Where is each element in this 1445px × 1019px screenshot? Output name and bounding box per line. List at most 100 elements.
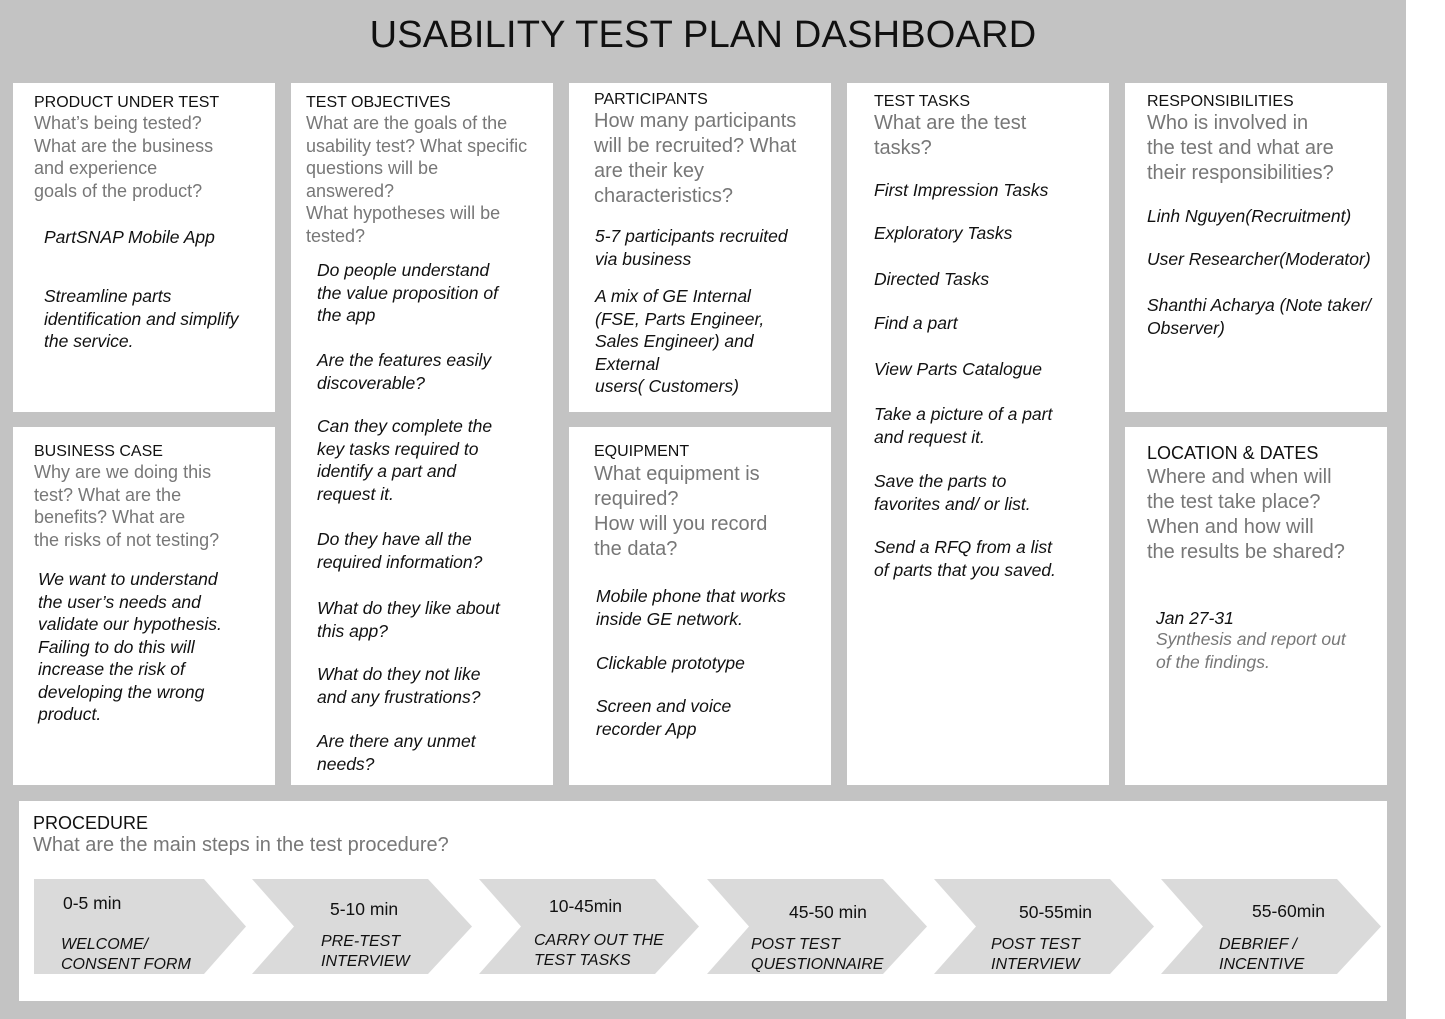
step-time: 45-50 min xyxy=(789,902,867,922)
responsibility-line: Observer) xyxy=(1147,317,1225,338)
step-label-line: QUESTIONNAIRE xyxy=(751,956,884,973)
objective-item: Do they have all the required informatio… xyxy=(317,528,549,573)
product-prompt-line: goals of the product? xyxy=(34,180,203,201)
step-label-line: CARRY OUT THE xyxy=(534,932,664,949)
responsibility-line: Linh Nguyen(Recruitment) xyxy=(1147,206,1352,226)
task-line: Send a RFQ from a list xyxy=(874,537,1052,557)
step-label: POST TEST QUESTIONNAIRE xyxy=(751,935,883,975)
location-prompt-line: When and how will xyxy=(1147,516,1314,538)
objective-line: What do they not like xyxy=(317,664,481,684)
objective-item: Can they complete the key tasks required… xyxy=(317,415,549,505)
step-label-line: INTERVIEW xyxy=(991,956,1080,973)
equipment-line: Mobile phone that works xyxy=(596,586,786,606)
task-line: Directed Tasks xyxy=(874,269,990,289)
procedure-step-interview: 50-55min POST TEST INTERVIEW xyxy=(934,879,1154,975)
business-case-answer-line: We want to understand xyxy=(38,569,218,589)
step-label-line: INTERVIEW xyxy=(321,953,410,970)
location-prompt: Where and when will the test take place?… xyxy=(1147,465,1387,565)
equipment-item: Mobile phone that works inside GE networ… xyxy=(596,585,830,630)
location-prompt-line: Where and when will xyxy=(1147,466,1332,488)
task-item: Take a picture of a part and request it. xyxy=(874,403,1106,448)
step-label-line: POST TEST xyxy=(991,936,1080,953)
participants-prompt: How many participants will be recruited?… xyxy=(594,109,830,209)
business-case-prompt-line: test? What are the xyxy=(34,484,182,505)
procedure-step-questionnaire: 45-50 min POST TEST QUESTIONNAIRE xyxy=(707,879,927,975)
responsibility-item: Linh Nguyen(Recruitment) xyxy=(1147,205,1387,228)
task-line: Exploratory Tasks xyxy=(874,223,1013,243)
step-label-line: CONSENT FORM xyxy=(61,956,191,973)
objective-item: Do people understand the value propositi… xyxy=(317,259,549,327)
task-item: View Parts Catalogue xyxy=(874,358,1106,381)
step-label-line: INCENTIVE xyxy=(1219,956,1305,973)
procedure-prompt: What are the main steps in the test proc… xyxy=(33,834,449,856)
product-heading: PRODUCT UNDER TEST xyxy=(34,94,220,111)
procedure-step-welcome: 0-5 min WELCOME/ CONSENT FORM xyxy=(34,879,248,974)
objective-line: and any frustrations? xyxy=(317,686,481,707)
step-label: WELCOME/ CONSENT FORM xyxy=(61,935,191,975)
task-line: and request it. xyxy=(874,426,985,447)
product-prompt: What’s being tested? What are the busine… xyxy=(34,112,274,202)
step-label-line: DEBRIEF / xyxy=(1219,936,1297,953)
equipment-line: Screen and voice xyxy=(596,696,732,716)
equipment-line: recorder App xyxy=(596,718,697,739)
step-label: POST TEST INTERVIEW xyxy=(991,935,1080,975)
participants-prompt-line: characteristics? xyxy=(594,185,733,207)
participants-mix: A mix of GE Internal (FSE, Parts Enginee… xyxy=(595,285,831,398)
participants-mix-line: users( Customers) xyxy=(595,376,739,396)
step-label: CARRY OUT THE TEST TASKS xyxy=(534,931,664,971)
equipment-prompt-line: the data? xyxy=(594,538,678,560)
location-prompt-line: the test take place? xyxy=(1147,491,1321,513)
equipment-line: inside GE network. xyxy=(596,608,743,629)
participants-prompt-line: are their key xyxy=(594,160,705,182)
product-goal-line: the service. xyxy=(44,331,134,351)
responsibility-item: User Researcher(Moderator) xyxy=(1147,248,1387,271)
equipment-line: Clickable prototype xyxy=(596,653,745,673)
objectives-prompt-line: usability test? What specific xyxy=(306,135,528,156)
objectives-prompt-line: What are the goals of the xyxy=(306,113,508,133)
business-case-prompt: Why are we doing this test? What are the… xyxy=(34,461,274,551)
objective-line: needs? xyxy=(317,753,375,774)
business-case-heading: BUSINESS CASE xyxy=(34,443,163,460)
step-time: 50-55min xyxy=(1019,902,1092,922)
procedure-step-pretest: 5-10 min PRE-TEST INTERVIEW xyxy=(252,879,472,974)
tasks-prompt-line: tasks? xyxy=(874,137,932,159)
objective-line: the value proposition of xyxy=(317,282,498,303)
product-prompt-line: and experience xyxy=(34,158,158,178)
equipment-prompt: What equipment is required? How will you… xyxy=(594,462,830,562)
business-case-answer-line: the user’s needs and xyxy=(38,591,201,612)
objectives-heading: TEST OBJECTIVES xyxy=(306,94,451,111)
task-line: Save the parts to xyxy=(874,471,1007,491)
objectives-card: TEST OBJECTIVES What are the goals of th… xyxy=(291,83,553,785)
objective-line: this app? xyxy=(317,620,389,641)
business-case-answer-line: product. xyxy=(38,704,102,724)
business-case-answer-line: developing the wrong xyxy=(38,681,205,702)
equipment-prompt-line: required? xyxy=(594,488,679,510)
step-time: 5-10 min xyxy=(330,899,399,919)
product-prompt-line: What are the business xyxy=(34,135,214,156)
participants-count-line: via business xyxy=(595,248,692,269)
task-line: favorites and/ or list. xyxy=(874,493,1031,514)
page-title: USABILITY TEST PLAN DASHBOARD xyxy=(369,14,1037,56)
procedure-heading: PROCEDURE xyxy=(33,813,149,833)
procedure-step-debrief: 55-60min DEBRIEF / INCENTIVE xyxy=(1161,879,1381,974)
responsibilities-prompt-line: Who is involved in xyxy=(1147,112,1309,134)
objective-line: discoverable? xyxy=(317,372,425,393)
objectives-prompt-line: What hypotheses will be xyxy=(306,203,501,223)
business-case-prompt-line: benefits? What are xyxy=(34,507,186,527)
business-case-prompt-line: Why are we doing this xyxy=(34,462,212,482)
responsibilities-prompt-line: the test and what are xyxy=(1147,137,1334,159)
task-line: First Impression Tasks xyxy=(874,180,1049,200)
tasks-prompt: What are the test tasks? xyxy=(874,111,1108,161)
task-item: Directed Tasks xyxy=(874,268,1106,291)
location-prompt-line: the results be shared? xyxy=(1147,541,1345,563)
tasks-heading: TEST TASKS xyxy=(874,93,971,110)
product-goal: Streamline parts identification and simp… xyxy=(44,285,274,353)
step-label-line: WELCOME/ xyxy=(61,936,149,953)
location-heading: LOCATION & DATES xyxy=(1147,443,1319,463)
objectives-prompt-line: questions will be xyxy=(306,158,439,178)
objective-line: request it. xyxy=(317,483,394,504)
objective-item: Are the features easily discoverable? xyxy=(317,349,549,394)
objective-line: Do they have all the xyxy=(317,529,472,549)
dashboard-board: USABILITY TEST PLAN DASHBOARD PRODUCT UN… xyxy=(0,0,1406,1019)
step-label: PRE-TEST INTERVIEW xyxy=(321,932,410,972)
